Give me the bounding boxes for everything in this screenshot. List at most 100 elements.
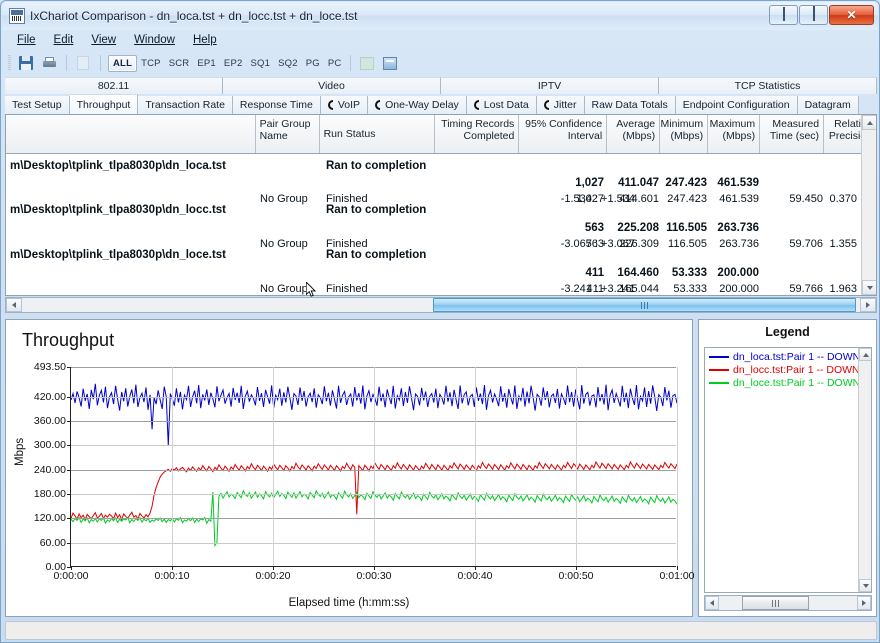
tab-throughput[interactable]: Throughput	[69, 94, 139, 114]
maximize-button[interactable]	[799, 5, 828, 25]
menu-edit-label: Edit	[53, 34, 74, 46]
filter-sq1[interactable]: SQ1	[246, 56, 274, 71]
page-icon	[77, 56, 89, 70]
hscroll-left-button[interactable]	[6, 298, 22, 312]
legend-horizontal-scrollbar[interactable]	[704, 595, 872, 611]
legend-item[interactable]: dn_loca.tst:Pair 1 -- DOWNLI	[707, 350, 869, 363]
tab-raw-data-totals[interactable]: Raw Data Totals	[584, 96, 676, 114]
filter-ep1[interactable]: EP1	[193, 56, 220, 71]
col-header-average[interactable]: Average (Mbps)	[607, 115, 661, 153]
filter-all[interactable]: ALL	[108, 54, 138, 72]
chart-y-tickmark	[67, 396, 71, 398]
minimize-button[interactable]	[769, 5, 798, 25]
blue-sheet-button[interactable]	[379, 53, 401, 73]
tab-transaction-rate[interactable]: Transaction Rate	[138, 96, 233, 114]
blue-sheet-icon	[383, 56, 398, 70]
legend-hscroll-left-button[interactable]	[705, 596, 719, 610]
filter-tcp[interactable]: TCP	[137, 56, 165, 71]
col-header-timing-records[interactable]: Timing Records Completed	[435, 115, 520, 153]
row-maximum: 200.000	[717, 266, 759, 279]
hscroll-thumb[interactable]	[432, 298, 856, 312]
save-button[interactable]	[15, 53, 37, 73]
tab-video[interactable]: Video	[223, 77, 441, 94]
table-row[interactable]: m\Desktop\tplink_tlpa8030p\dn_loca.tst R…	[6, 157, 876, 174]
tab-voip[interactable]: VoIP	[320, 96, 369, 114]
tab-datagram-label: Datagram	[804, 99, 851, 111]
row-pair-average: 165.044	[619, 282, 659, 295]
chart-y-tick-label: 240.00	[33, 463, 66, 476]
table-vertical-scrollbar[interactable]	[861, 115, 876, 295]
col-header-run-status[interactable]: Run Status	[320, 115, 436, 153]
application-window: IxChariot Comparison - dn_loca.tst + dn_…	[0, 0, 880, 643]
tab-jitter[interactable]: Jitter	[536, 96, 585, 114]
ixchariot-icon	[9, 8, 25, 24]
row-pair-minimum: 53.333	[673, 282, 707, 295]
col-header-confidence[interactable]: 95% Confidence Interval	[519, 115, 608, 153]
table-scroll-down-button[interactable]	[862, 280, 876, 295]
tab-one-way-delay[interactable]: One-Way Delay	[368, 96, 467, 114]
col-header-average-l2: (Mbps)	[622, 130, 656, 142]
menu-edit[interactable]: Edit	[45, 32, 83, 48]
tab-endpoint-configuration-label: Endpoint Configuration	[682, 99, 790, 111]
table-row[interactable]: m\Desktop\tplink_tlpa8030p\dn_locc.tst R…	[6, 201, 876, 218]
chart-x-tick-label: 0:00:10	[154, 570, 190, 582]
filter-pg[interactable]: PG	[302, 56, 324, 71]
col-header-measured-time[interactable]: Measured Time (sec)	[760, 115, 825, 153]
chevron-right-icon	[866, 302, 870, 308]
legend-hscroll-track[interactable]	[719, 596, 857, 610]
filter-ep2[interactable]: EP2	[220, 56, 247, 71]
legend-item-label: dn_loce.tst:Pair 1 -- DOWNLI	[733, 376, 869, 389]
filter-scr[interactable]: SCR	[165, 56, 194, 71]
legend-hscroll-right-button[interactable]	[857, 596, 871, 610]
tab-response-time[interactable]: Response Time	[232, 96, 321, 114]
table-scroll-up-button[interactable]	[862, 115, 876, 130]
hscroll-track[interactable]	[22, 298, 860, 312]
page-button[interactable]	[72, 53, 94, 73]
chevron-up-icon	[866, 120, 873, 125]
table-row[interactable]: m\Desktop\tplink_tlpa8030p\dn_loce.tst R…	[6, 246, 876, 263]
tab-datagram[interactable]: Datagram	[797, 96, 859, 114]
tab-802-11[interactable]: 802.11	[5, 77, 223, 94]
tab-iptv[interactable]: IPTV	[441, 77, 659, 94]
table-row[interactable]: 563 225.208 116.505 263.736	[6, 219, 876, 236]
tab-test-setup[interactable]: Test Setup	[5, 96, 70, 114]
legend-hscroll-thumb[interactable]	[742, 596, 809, 610]
col-header-pair-group-name[interactable]: Pair Group Name	[256, 115, 320, 153]
tab-lost-data[interactable]: Lost Data	[466, 96, 537, 114]
col-header-maximum[interactable]: Maximum (Mbps)	[708, 115, 761, 153]
legend-item[interactable]: dn_locc.tst:Pair 1 -- DOWNLI	[707, 363, 869, 376]
menu-window[interactable]: Window	[125, 32, 184, 48]
table-row[interactable]: No Group Finished 411 -3.241 : +3.241 16…	[6, 280, 876, 295]
legend-vertical-scrollbar[interactable]	[858, 348, 871, 592]
table-row[interactable]: 1,027 411.047 247.423 461.539	[6, 174, 876, 191]
legend-list[interactable]: dn_loca.tst:Pair 1 -- DOWNLI dn_locc.tst…	[704, 347, 872, 593]
table-row[interactable]: 411 164.460 53.333 200.000	[6, 264, 876, 281]
legend-item[interactable]: dn_loce.tst:Pair 1 -- DOWNLI	[707, 376, 869, 389]
menu-file[interactable]: File	[8, 32, 45, 48]
phone-icon	[473, 100, 481, 110]
print-button[interactable]	[38, 53, 60, 73]
chart-plot-area[interactable]: 0.00 60.00 120.00 180.00 240.00 300.00 360.00 4…	[34, 361, 695, 582]
toolbar-grip[interactable]	[8, 55, 11, 71]
table-horizontal-scrollbar[interactable]	[5, 297, 877, 313]
tab-endpoint-configuration[interactable]: Endpoint Configuration	[675, 96, 798, 114]
col-header-maximum-l2: (Mbps)	[722, 130, 756, 142]
row-minimum: 53.333	[671, 266, 707, 279]
chart-gridline-x	[172, 367, 173, 566]
col-header-name[interactable]	[6, 115, 256, 153]
legend-scroll-down-button[interactable]	[859, 579, 871, 592]
close-icon: ✕	[846, 8, 857, 22]
filter-pc[interactable]: PC	[324, 56, 346, 71]
menu-help[interactable]: Help	[184, 32, 226, 48]
chart-gridline-x	[677, 367, 678, 566]
tab-tcp-statistics[interactable]: TCP Statistics	[659, 77, 877, 94]
chart-y-tick-label: 493.50	[33, 361, 66, 373]
chart-y-tick-label: 120.00	[33, 512, 66, 525]
legend-scroll-up-button[interactable]	[859, 348, 871, 361]
hscroll-right-button[interactable]	[860, 298, 876, 312]
green-sheet-button[interactable]	[356, 53, 378, 73]
menu-view[interactable]: View	[82, 32, 125, 48]
filter-sq2[interactable]: SQ2	[274, 56, 302, 71]
close-button[interactable]: ✕	[829, 5, 874, 25]
col-header-minimum[interactable]: Minimum (Mbps)	[660, 115, 709, 153]
